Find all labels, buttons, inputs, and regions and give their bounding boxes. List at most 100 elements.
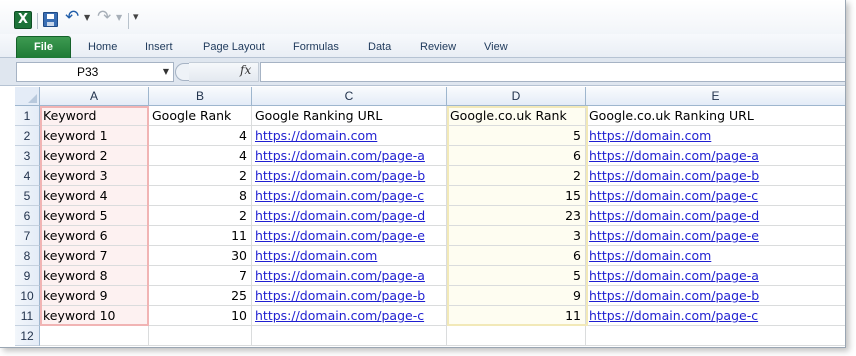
cell-keyword[interactable]: keyword 4: [40, 186, 149, 206]
customize-toolbar-icon[interactable]: ▾: [133, 10, 139, 23]
tab-page-layout[interactable]: Page Layout: [203, 38, 265, 58]
cell-keyword[interactable]: keyword 2: [40, 146, 149, 166]
cell-uk-rank[interactable]: 5: [447, 126, 586, 146]
header-cell-b[interactable]: Google Rank: [149, 106, 252, 126]
row-header[interactable]: 5: [15, 186, 40, 206]
cell-google-rank[interactable]: 8: [149, 186, 252, 206]
cell-google-url[interactable]: https://domain.com/page-a: [252, 146, 447, 166]
cell-google-rank[interactable]: 11: [149, 226, 252, 246]
header-cell-c[interactable]: Google Ranking URL: [252, 106, 447, 126]
cell-keyword[interactable]: keyword 5: [40, 206, 149, 226]
tab-formulas[interactable]: Formulas: [293, 38, 339, 58]
empty-cell[interactable]: [40, 326, 149, 346]
row-header[interactable]: 2: [15, 126, 40, 146]
cell-google-url[interactable]: https://domain.com/page-c: [252, 306, 447, 326]
cell-uk-url[interactable]: https://domain.com/page-c: [586, 306, 845, 326]
cell-google-rank[interactable]: 4: [149, 146, 252, 166]
row-header[interactable]: 7: [15, 226, 40, 246]
cell-google-url[interactable]: https://domain.com: [252, 126, 447, 146]
cell-google-rank[interactable]: 10: [149, 306, 252, 326]
cell-google-rank[interactable]: 25: [149, 286, 252, 306]
cell-keyword[interactable]: keyword 8: [40, 266, 149, 286]
cell-uk-url[interactable]: https://domain.com/page-c: [586, 186, 845, 206]
header-cell-e[interactable]: Google.co.uk Ranking URL: [586, 106, 845, 126]
cell-keyword[interactable]: keyword 10: [40, 306, 149, 326]
column-header-a[interactable]: A: [40, 87, 149, 106]
tab-review[interactable]: Review: [420, 38, 456, 58]
row-header[interactable]: 12: [15, 326, 40, 346]
undo-dropdown-icon[interactable]: ▼: [84, 13, 90, 22]
cell-keyword[interactable]: keyword 7: [40, 246, 149, 266]
cell-uk-url[interactable]: https://domain.com/page-e: [586, 226, 845, 246]
cell-uk-rank[interactable]: 3: [447, 226, 586, 246]
cell-keyword[interactable]: keyword 9: [40, 286, 149, 306]
row-header[interactable]: 8: [15, 246, 40, 266]
column-header-d[interactable]: D: [447, 87, 586, 106]
cell-google-rank[interactable]: 7: [149, 266, 252, 286]
undo-icon[interactable]: ↶: [65, 7, 79, 27]
cell-uk-rank[interactable]: 2: [447, 166, 586, 186]
empty-cell[interactable]: [149, 326, 252, 346]
column-header-b[interactable]: B: [149, 87, 252, 106]
cell-google-rank[interactable]: 2: [149, 206, 252, 226]
cell-uk-url[interactable]: https://domain.com/page-d: [586, 206, 845, 226]
cell-keyword[interactable]: keyword 3: [40, 166, 149, 186]
cell-google-url[interactable]: https://domain.com/page-a: [252, 266, 447, 286]
empty-cell[interactable]: [447, 326, 586, 346]
tab-insert[interactable]: Insert: [145, 38, 173, 58]
row-header[interactable]: 9: [15, 266, 40, 286]
chevron-down-icon[interactable]: ▼: [163, 63, 169, 81]
row-header[interactable]: 6: [15, 206, 40, 226]
cell-uk-rank[interactable]: 23: [447, 206, 586, 226]
cell-google-rank[interactable]: 4: [149, 126, 252, 146]
tab-file[interactable]: File: [16, 36, 71, 58]
cell-uk-rank[interactable]: 6: [447, 246, 586, 266]
cell-uk-url[interactable]: https://domain.com/page-b: [586, 166, 845, 186]
cell-uk-url[interactable]: https://domain.com: [586, 246, 845, 266]
excel-window: X ↶ ▼ ↷ ▼ ▾ File Home Insert Page Layout…: [0, 0, 846, 348]
cell-uk-rank[interactable]: 9: [447, 286, 586, 306]
header-cell-a[interactable]: Keyword: [40, 106, 149, 126]
tab-data[interactable]: Data: [368, 38, 391, 58]
formula-input[interactable]: [260, 62, 845, 82]
redo-dropdown-icon[interactable]: ▼: [116, 13, 122, 22]
quick-access-toolbar: X ↶ ▼ ↷ ▼ ▾: [0, 0, 845, 34]
formula-bar-resize-handle[interactable]: [175, 63, 189, 81]
row-header[interactable]: 10: [15, 286, 40, 306]
cell-google-url[interactable]: https://domain.com/page-b: [252, 166, 447, 186]
cell-uk-rank[interactable]: 11: [447, 306, 586, 326]
cell-google-url[interactable]: https://domain.com/page-b: [252, 286, 447, 306]
excel-icon[interactable]: X: [14, 11, 32, 29]
cell-keyword[interactable]: keyword 6: [40, 226, 149, 246]
header-cell-d[interactable]: Google.co.uk Rank: [447, 106, 586, 126]
cell-uk-url[interactable]: https://domain.com: [586, 126, 845, 146]
cell-google-url[interactable]: https://domain.com: [252, 246, 447, 266]
row-header[interactable]: 3: [15, 146, 40, 166]
empty-cell[interactable]: [586, 326, 845, 346]
select-all-button[interactable]: [15, 87, 40, 106]
cell-uk-url[interactable]: https://domain.com/page-a: [586, 146, 845, 166]
cell-google-url[interactable]: https://domain.com/page-e: [252, 226, 447, 246]
cell-uk-rank[interactable]: 6: [447, 146, 586, 166]
cell-uk-url[interactable]: https://domain.com/page-a: [586, 266, 845, 286]
row-header[interactable]: 11: [15, 306, 40, 326]
column-header-e[interactable]: E: [586, 87, 845, 106]
save-icon[interactable]: [43, 12, 58, 27]
cell-google-url[interactable]: https://domain.com/page-d: [252, 206, 447, 226]
row-header[interactable]: 1: [15, 106, 40, 126]
cell-uk-rank[interactable]: 15: [447, 186, 586, 206]
insert-function-icon[interactable]: fx: [240, 63, 251, 77]
row-header[interactable]: 4: [15, 166, 40, 186]
cell-uk-url[interactable]: https://domain.com/page-b: [586, 286, 845, 306]
cell-uk-rank[interactable]: 5: [447, 266, 586, 286]
cell-google-url[interactable]: https://domain.com/page-c: [252, 186, 447, 206]
redo-icon[interactable]: ↷: [97, 7, 111, 27]
tab-view[interactable]: View: [484, 38, 508, 58]
cell-google-rank[interactable]: 2: [149, 166, 252, 186]
empty-cell[interactable]: [252, 326, 447, 346]
cell-google-rank[interactable]: 30: [149, 246, 252, 266]
column-header-c[interactable]: C: [252, 87, 447, 106]
name-box[interactable]: P33 ▼: [16, 62, 174, 82]
cell-keyword[interactable]: keyword 1: [40, 126, 149, 146]
tab-home[interactable]: Home: [88, 38, 117, 58]
